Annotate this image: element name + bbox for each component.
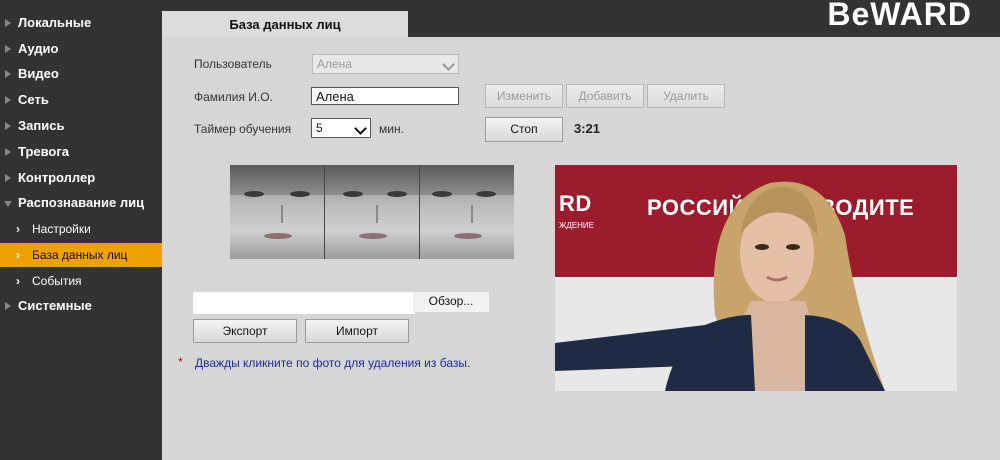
expand-arrow-icon — [5, 19, 11, 27]
sidebar-subitem-label: События — [32, 274, 82, 288]
face-eye — [476, 191, 496, 197]
sidebar-subitem-events[interactable]: › События — [0, 270, 162, 292]
timer-select[interactable]: 5 — [311, 118, 371, 138]
face-eye — [432, 191, 452, 197]
sidebar-item-label: Тревога — [18, 144, 70, 159]
browse-button[interactable]: Обзор... — [413, 292, 489, 312]
note-asterisk: * — [178, 355, 183, 369]
add-button[interactable]: Добавить — [566, 84, 644, 108]
timer-unit: мин. — [379, 122, 404, 136]
face-eye — [387, 191, 407, 197]
sidebar-subitem-label: База данных лиц — [32, 248, 128, 262]
expand-arrow-icon — [5, 45, 11, 53]
face-eye — [290, 191, 310, 197]
sidebar-subitem-settings[interactable]: › Настройки — [0, 218, 162, 240]
face-mouth — [453, 233, 482, 239]
face-eye — [244, 191, 264, 197]
content-panel: Пользователь Алена Фамилия И.О. Изменить… — [162, 37, 1000, 460]
name-input[interactable] — [311, 87, 459, 105]
sidebar-subitem-face-database[interactable]: › База данных лиц — [0, 243, 162, 267]
chevron-right-icon: › — [16, 248, 20, 262]
sidebar-item-face-recognition[interactable]: Распознавание лиц — [0, 191, 162, 215]
sidebar-item-label: Локальные — [18, 15, 92, 30]
timer-label: Таймер обучения — [194, 122, 292, 136]
beward-logo: BeWARD — [827, 0, 972, 32]
sidebar-item-video[interactable]: Видео — [0, 62, 162, 86]
delete-hint-text: Дважды кликните по фото для удаления из … — [195, 356, 471, 370]
face-hair — [420, 165, 514, 195]
tab-face-database[interactable]: База данных лиц — [162, 11, 408, 38]
sidebar-item-label: Аудио — [18, 41, 59, 56]
face-nose — [463, 205, 474, 223]
collapse-arrow-icon — [4, 201, 12, 207]
delete-button[interactable]: Удалить — [647, 84, 725, 108]
user-label: Пользователь — [194, 57, 272, 71]
sidebar-item-label: Видео — [18, 66, 59, 81]
chevron-down-icon — [442, 58, 455, 71]
sidebar-item-label: Системные — [18, 298, 92, 313]
sidebar: Локальные Аудио Видео Сеть Запись Тревог… — [0, 0, 162, 460]
sidebar-item-record[interactable]: Запись — [0, 114, 162, 138]
file-path-input[interactable] — [193, 292, 415, 314]
sidebar-item-audio[interactable]: Аудио — [0, 37, 162, 61]
sidebar-item-label: Контроллер — [18, 170, 96, 185]
expand-arrow-icon — [5, 302, 11, 310]
face-thumbnail[interactable] — [420, 165, 514, 259]
sidebar-item-label: Сеть — [18, 92, 49, 107]
sidebar-item-controller[interactable]: Контроллер — [0, 166, 162, 190]
face-eye — [343, 191, 363, 197]
sidebar-item-label: Распознавание лиц — [18, 195, 145, 210]
chevron-right-icon: › — [16, 222, 20, 236]
import-button[interactable]: Импорт — [305, 319, 409, 343]
face-nose — [368, 205, 379, 223]
sidebar-item-network[interactable]: Сеть — [0, 88, 162, 112]
user-select-value: Алена — [317, 57, 352, 71]
face-thumbnails[interactable] — [230, 165, 514, 259]
expand-arrow-icon — [5, 96, 11, 104]
face-thumbnail[interactable] — [230, 165, 325, 259]
face-thumbnail[interactable] — [325, 165, 420, 259]
export-button[interactable]: Экспорт — [193, 319, 297, 343]
sidebar-item-system[interactable]: Системные — [0, 294, 162, 318]
expand-arrow-icon — [5, 70, 11, 78]
chevron-down-icon — [354, 122, 367, 135]
sidebar-item-label: Запись — [18, 118, 65, 133]
chevron-right-icon: › — [16, 274, 20, 288]
sidebar-item-local[interactable]: Локальные — [0, 11, 162, 35]
name-label: Фамилия И.О. — [194, 90, 273, 104]
user-select[interactable]: Алена — [312, 54, 459, 74]
face-hair — [230, 165, 324, 195]
countdown-timer: 3:21 — [574, 121, 601, 136]
camera-preview: RD ЖДЕНИЕ РОССИЙ ОИЗВОДИТЕ — [555, 165, 957, 391]
expand-arrow-icon — [5, 122, 11, 130]
sidebar-subitem-label: Настройки — [32, 222, 91, 236]
face-hair — [325, 165, 419, 195]
face-nose — [273, 205, 284, 223]
timer-select-value: 5 — [316, 121, 323, 135]
expand-arrow-icon — [5, 148, 11, 156]
face-mouth — [358, 233, 387, 239]
stop-button[interactable]: Стоп — [485, 117, 563, 142]
sidebar-item-alarm[interactable]: Тревога — [0, 140, 162, 164]
edit-button[interactable]: Изменить — [485, 84, 563, 108]
expand-arrow-icon — [5, 174, 11, 182]
person-image — [555, 181, 885, 391]
face-mouth — [263, 233, 292, 239]
